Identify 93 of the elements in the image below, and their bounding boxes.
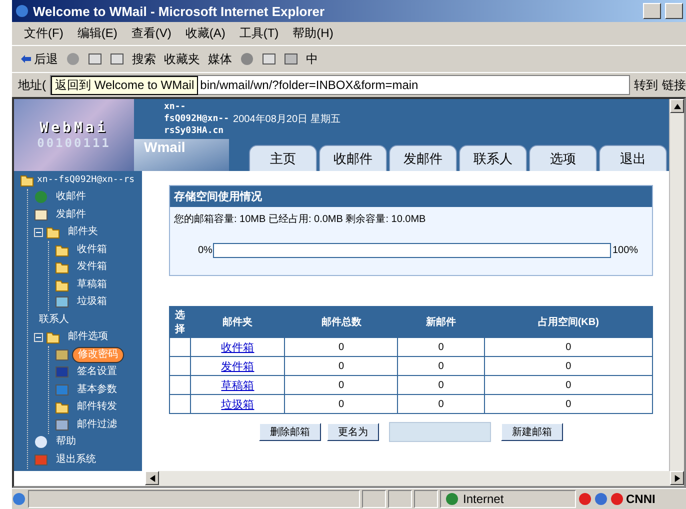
delete-mailbox-button[interactable]: 删除邮箱: [259, 423, 321, 441]
status-pane: [388, 490, 412, 508]
status-text: CNNI: [626, 492, 656, 506]
date-text: 2004年08月20日 星期五: [233, 112, 340, 126]
table-cell: 0: [484, 394, 652, 414]
table-cell: 0: [398, 376, 484, 394]
minimize-button[interactable]: [643, 3, 661, 19]
table-cell: 0: [484, 376, 652, 394]
folder-icon: [55, 242, 69, 257]
tree-item[interactable]: 签名设置: [72, 365, 122, 380]
logo-digits: 00100111: [37, 136, 111, 150]
user-address: rsSy03HA.cn: [164, 125, 225, 138]
progress-min-label: 0%: [198, 245, 212, 256]
folder-icon: [55, 260, 69, 274]
address-label: 地址(: [18, 76, 46, 94]
column-header: 新邮件: [398, 306, 484, 338]
menu-item[interactable]: 查看(V): [131, 25, 172, 42]
tree-item[interactable]: 发件箱: [72, 260, 112, 274]
folder-icon: [55, 400, 69, 414]
menu-item[interactable]: 帮助(H): [292, 25, 334, 42]
column-header: 选择: [170, 306, 190, 338]
tree-item[interactable]: 邮件夹: [63, 225, 103, 240]
logo-text: WebMai: [40, 120, 108, 136]
ime-button[interactable]: 中: [306, 50, 318, 68]
nav-tab[interactable]: 发邮件: [389, 145, 457, 171]
menu-item[interactable]: 收藏(A): [185, 25, 226, 42]
rename-button[interactable]: 更名为: [327, 423, 379, 441]
tree-root[interactable]: xn--fsQ092H@xn--rs: [37, 174, 135, 185]
folder-icon: [46, 225, 60, 240]
tree-item[interactable]: 帮助: [51, 435, 81, 450]
menu-item[interactable]: 工具(T): [239, 25, 279, 42]
right-arrow-icon: [674, 474, 680, 482]
tree-item[interactable]: 邮件选项: [63, 330, 113, 344]
nav-tab[interactable]: 收邮件: [319, 145, 387, 171]
zone-text: Internet: [463, 492, 504, 506]
go-button[interactable]: 转到: [634, 76, 658, 94]
search-button[interactable]: 搜索: [132, 50, 156, 68]
column-header: 邮件夹: [190, 306, 285, 338]
media-button[interactable]: 媒体: [208, 50, 232, 68]
table-cell: 0: [398, 394, 484, 414]
up-arrow-icon: [674, 102, 680, 110]
table-cell: 0: [484, 356, 652, 376]
tree-item[interactable]: 垃圾箱: [72, 295, 112, 310]
table-cell: 0: [284, 376, 398, 394]
brand-logo: Wmail: [134, 139, 229, 171]
panel-title: 存储空间使用情况: [170, 186, 652, 207]
table-cell: 0: [484, 338, 652, 356]
nav-tab[interactable]: 联系人: [459, 145, 527, 171]
minus-box-icon[interactable]: [34, 228, 43, 237]
tree-item[interactable]: 草稿箱: [72, 278, 112, 292]
tree-item[interactable]: 收件箱: [72, 242, 112, 257]
folder-icon: [20, 172, 34, 187]
tree-item[interactable]: 基本参数: [72, 382, 122, 397]
back-arrow-icon: [20, 54, 32, 64]
tree-item[interactable]: 联系人: [34, 312, 74, 327]
nav-tab[interactable]: 选项: [529, 145, 597, 171]
menu-item[interactable]: 编辑(E): [77, 25, 118, 42]
folder-icon: [55, 278, 69, 292]
nav-tab[interactable]: 退出: [599, 145, 667, 171]
address-field[interactable]: bin/wmail/wn/?folder=INBOX&form=main: [200, 78, 418, 92]
vertical-scrollbar[interactable]: [669, 99, 684, 471]
table-cell: 0: [398, 356, 484, 376]
tree-item[interactable]: 发邮件: [51, 208, 91, 222]
back-button[interactable]: 后退: [20, 50, 58, 68]
new-mailbox-button[interactable]: 新建邮箱: [501, 423, 563, 441]
column-header: 占用空间(KB): [484, 306, 652, 338]
progress-max-label: 100%: [612, 245, 638, 256]
favorites-button[interactable]: 收藏夹: [164, 50, 200, 68]
table-cell: 0: [284, 394, 398, 414]
minus-box-icon[interactable]: [34, 332, 43, 342]
maximize-button[interactable]: [665, 3, 683, 19]
menu-item[interactable]: 文件(F): [24, 25, 64, 42]
folder-icon: [46, 330, 60, 344]
user-address: fsQ092H@xn--: [164, 113, 230, 126]
horizontal-scrollbar[interactable]: [145, 471, 684, 486]
tree-item[interactable]: 收邮件: [51, 190, 91, 204]
tooltip: 返回到 Welcome to WMail: [51, 76, 198, 94]
input-field[interactable]: [389, 422, 491, 442]
tree-item[interactable]: 退出系统: [51, 452, 101, 467]
status-pane: [362, 490, 386, 508]
table-cell: 0: [284, 356, 398, 376]
table-cell: 0: [284, 338, 398, 356]
storage-summary: 您的邮箱容量: 10MB 已经占用: 0.0MB 剩余容量: 10.0MB: [173, 212, 427, 227]
left-arrow-icon: [148, 474, 156, 482]
links-button[interactable]: 链接: [662, 76, 686, 94]
tree-item[interactable]: 邮件过滤: [72, 418, 122, 432]
window-title: Welcome to WMail - Microsoft Internet Explorer: [33, 4, 326, 18]
column-header: 邮件总数: [284, 306, 398, 338]
user-address: xn--: [164, 101, 187, 114]
table-cell: 0: [398, 338, 484, 356]
nav-tab[interactable]: 主页: [249, 145, 317, 171]
tree-item[interactable]: 邮件转发: [72, 400, 122, 414]
status-pane: [414, 490, 438, 508]
